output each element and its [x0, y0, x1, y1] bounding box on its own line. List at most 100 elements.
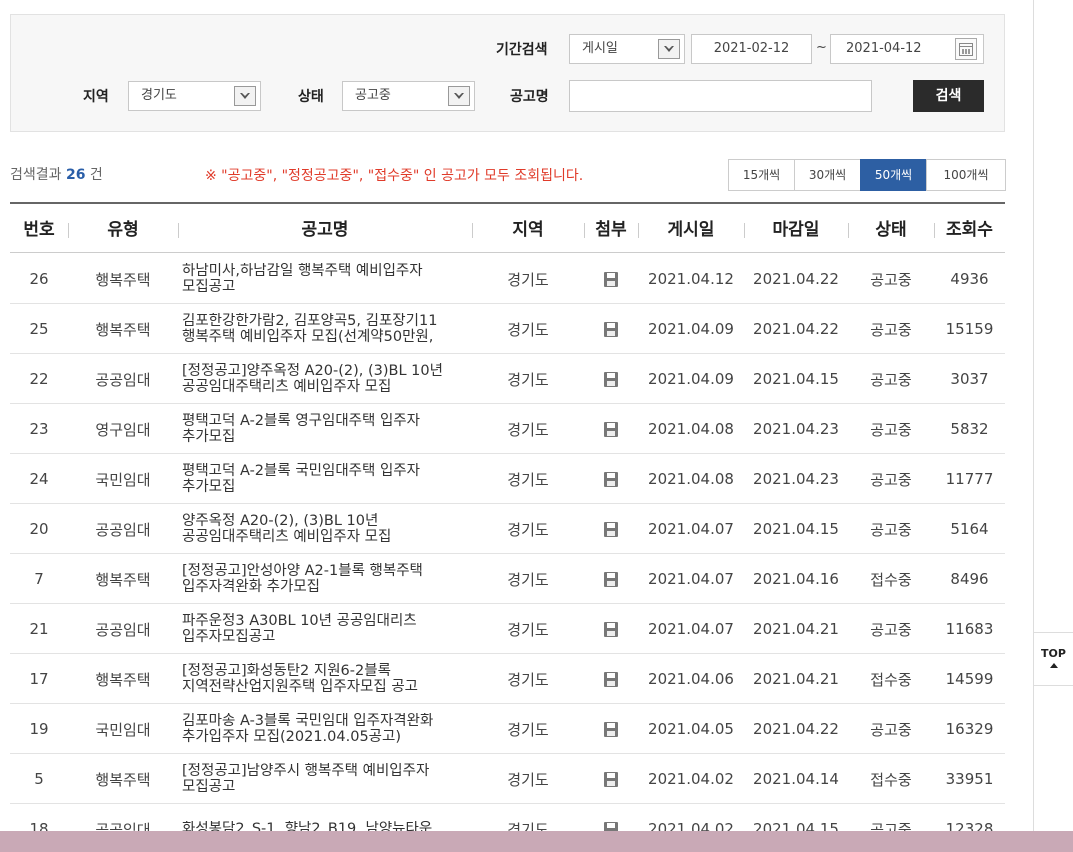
row-title[interactable]: [정정공고]화성동탄2 지원6-2블록 지역전략산업지원주택 입주자모집 공고 — [182, 654, 468, 704]
row-title[interactable]: 평택고덕 A-2블록 국민임대주택 입주자 추가모집 — [182, 454, 468, 504]
row-title-link[interactable]: [정정공고]남양주시 행복주택 예비입주자 모집공고 — [182, 763, 468, 795]
row-region: 경기도 — [507, 620, 549, 639]
title-label: 공고명 — [510, 89, 549, 105]
row-title-link[interactable]: 하남미사,하남감일 행복주택 예비입주자 모집공고 — [182, 263, 468, 295]
row-status: 공고중 — [870, 470, 912, 489]
row-no: 22 — [29, 370, 49, 388]
table-row[interactable]: 5 행복주택 [정정공고]남양주시 행복주택 예비입주자 모집공고 경기도 2021.0… — [10, 754, 1005, 804]
row-views: 16329 — [945, 720, 994, 738]
row-attach[interactable] — [584, 254, 638, 304]
row-attach[interactable] — [584, 454, 638, 504]
row-attach[interactable] — [584, 654, 638, 704]
row-title-link[interactable]: [정정공고]안성아양 A2-1블록 행복주택 입주자격완화 추가모집 — [182, 563, 468, 595]
chevron-down-icon — [658, 39, 680, 59]
row-title-link[interactable]: 양주옥정 A20-(2), (3)BL 10년 공공임대주택리츠 예비입주자 모… — [182, 513, 468, 545]
row-deadline: 2021.04.23 — [753, 420, 839, 438]
row-title[interactable]: 평택고덕 A-2블록 영구임대주택 입주자 추가모집 — [182, 404, 468, 454]
row-title[interactable]: [정정공고]남양주시 행복주택 예비입주자 모집공고 — [182, 754, 468, 804]
row-title[interactable]: [정정공고]안성아양 A2-1블록 행복주택 입주자격완화 추가모집 — [182, 554, 468, 604]
table-row[interactable]: 22 공공임대 [정정공고]양주옥정 A20-(2), (3)BL 10년 공공임대… — [10, 354, 1005, 404]
chevron-down-icon — [234, 86, 256, 106]
save-file-icon — [604, 671, 618, 687]
calendar-icon[interactable] — [955, 38, 977, 60]
row-attach[interactable] — [584, 504, 638, 554]
row-title[interactable]: 양주옥정 A20-(2), (3)BL 10년 공공임대주택리츠 예비입주자 모… — [182, 504, 468, 554]
row-title[interactable]: 파주운정3 A30BL 10년 공공임대리츠 입주자모집공고 — [182, 604, 468, 654]
row-attach[interactable] — [584, 704, 638, 754]
table-row[interactable]: 24 국민임대 평택고덕 A-2블록 국민임대주택 입주자 추가모집 경기도 2021.… — [10, 454, 1005, 504]
period-select[interactable]: 게시일 — [569, 34, 685, 64]
bottom-bar — [0, 831, 1073, 852]
result-suffix: 건 — [89, 167, 103, 183]
search-button[interactable]: 검색 — [913, 80, 984, 112]
row-attach[interactable] — [584, 404, 638, 454]
row-posted: 2021.04.08 — [648, 470, 734, 488]
row-title-link[interactable]: 김포한강한가람2, 김포양곡5, 김포장기11 행복주택 예비입주자 모집(선계… — [182, 313, 468, 345]
row-posted: 2021.04.07 — [648, 570, 734, 588]
table-row[interactable]: 21 공공임대 파주운정3 A30BL 10년 공공임대리츠 입주자모집공고 경기도 2… — [10, 604, 1005, 654]
row-status: 공고중 — [870, 420, 912, 439]
page-size-100[interactable]: 100개씩 — [926, 159, 1006, 191]
period-select-value: 게시일 — [582, 41, 618, 56]
row-deadline: 2021.04.16 — [753, 570, 839, 588]
row-type: 국민임대 — [95, 470, 151, 489]
page-size-30[interactable]: 30개씩 — [794, 159, 861, 191]
row-deadline: 2021.04.15 — [753, 520, 839, 538]
row-title-link[interactable]: 김포마송 A-3블록 국민임대 입주자격완화 추가입주자 모집(2021.04.… — [182, 713, 468, 745]
row-views: 4936 — [950, 270, 989, 288]
status-select[interactable]: 공고중 — [342, 81, 475, 111]
row-deadline: 2021.04.22 — [753, 720, 839, 738]
row-title-link[interactable]: 평택고덕 A-2블록 국민임대주택 입주자 추가모집 — [182, 463, 468, 495]
table-row[interactable]: 23 영구임대 평택고덕 A-2블록 영구임대주택 입주자 추가모집 경기도 2021.… — [10, 404, 1005, 454]
row-status: 공고중 — [870, 520, 912, 539]
page-size-15[interactable]: 15개씩 — [728, 159, 795, 191]
row-type: 영구임대 — [95, 420, 151, 439]
row-deadline: 2021.04.22 — [753, 320, 839, 338]
search-panel — [10, 14, 1005, 132]
table-row[interactable]: 17 행복주택 [정정공고]화성동탄2 지원6-2블록 지역전략산업지원주택 입주자… — [10, 654, 1005, 704]
title-search-input[interactable] — [569, 80, 872, 112]
row-posted: 2021.04.09 — [648, 370, 734, 388]
row-attach[interactable] — [584, 554, 638, 604]
top-label: TOP — [1041, 647, 1066, 660]
row-title[interactable]: [정정공고]양주옥정 A20-(2), (3)BL 10년 공공임대주택리츠 예… — [182, 354, 468, 404]
date-from-input[interactable]: 2021-02-12 — [691, 34, 812, 64]
save-file-icon — [604, 771, 618, 787]
row-title-link[interactable]: 평택고덕 A-2블록 영구임대주택 입주자 추가모집 — [182, 413, 468, 445]
table-row[interactable]: 7 행복주택 [정정공고]안성아양 A2-1블록 행복주택 입주자격완화 추가모집 경… — [10, 554, 1005, 604]
row-views: 11683 — [945, 620, 994, 638]
save-file-icon — [604, 371, 618, 387]
row-title-link[interactable]: [정정공고]양주옥정 A20-(2), (3)BL 10년 공공임대주택리츠 예… — [182, 363, 468, 395]
save-file-icon — [604, 271, 618, 287]
table-row[interactable]: 26 행복주택 하남미사,하남감일 행복주택 예비입주자 모집공고 경기도 2021.0… — [10, 254, 1005, 304]
top-button[interactable]: TOP — [1033, 632, 1073, 686]
row-posted: 2021.04.07 — [648, 620, 734, 638]
row-title[interactable]: 하남미사,하남감일 행복주택 예비입주자 모집공고 — [182, 254, 468, 304]
row-type: 행복주택 — [95, 320, 151, 339]
row-type: 행복주택 — [95, 270, 151, 289]
table-row[interactable]: 20 공공임대 양주옥정 A20-(2), (3)BL 10년 공공임대주택리츠 예… — [10, 504, 1005, 554]
row-title[interactable]: 김포마송 A-3블록 국민임대 입주자격완화 추가입주자 모집(2021.04.… — [182, 704, 468, 754]
col-region: 지역 — [472, 204, 584, 253]
table-row[interactable]: 25 행복주택 김포한강한가람2, 김포양곡5, 김포장기11 행복주택 예비입주자… — [10, 304, 1005, 354]
row-title[interactable]: 김포한강한가람2, 김포양곡5, 김포장기11 행복주택 예비입주자 모집(선계… — [182, 304, 468, 354]
row-attach[interactable] — [584, 604, 638, 654]
arrow-up-icon — [1049, 663, 1058, 668]
row-no: 5 — [34, 770, 44, 788]
row-attach[interactable] — [584, 754, 638, 804]
row-views: 15159 — [945, 320, 994, 338]
row-no: 25 — [29, 320, 49, 338]
row-attach[interactable] — [584, 354, 638, 404]
page-size-50[interactable]: 50개씩 — [860, 159, 927, 191]
row-attach[interactable] — [584, 304, 638, 354]
row-title-link[interactable]: 파주운정3 A30BL 10년 공공임대리츠 입주자모집공고 — [182, 613, 468, 645]
table-row[interactable]: 19 국민임대 김포마송 A-3블록 국민임대 입주자격완화 추가입주자 모집(20… — [10, 704, 1005, 754]
row-deadline: 2021.04.23 — [753, 470, 839, 488]
row-type: 행복주택 — [95, 670, 151, 689]
row-title-link[interactable]: [정정공고]화성동탄2 지원6-2블록 지역전략산업지원주택 입주자모집 공고 — [182, 663, 468, 695]
row-views: 5164 — [950, 520, 989, 538]
row-posted: 2021.04.07 — [648, 520, 734, 538]
region-select[interactable]: 경기도 — [128, 81, 261, 111]
result-prefix: 검색결과 — [10, 167, 62, 183]
row-status: 공고중 — [870, 320, 912, 339]
